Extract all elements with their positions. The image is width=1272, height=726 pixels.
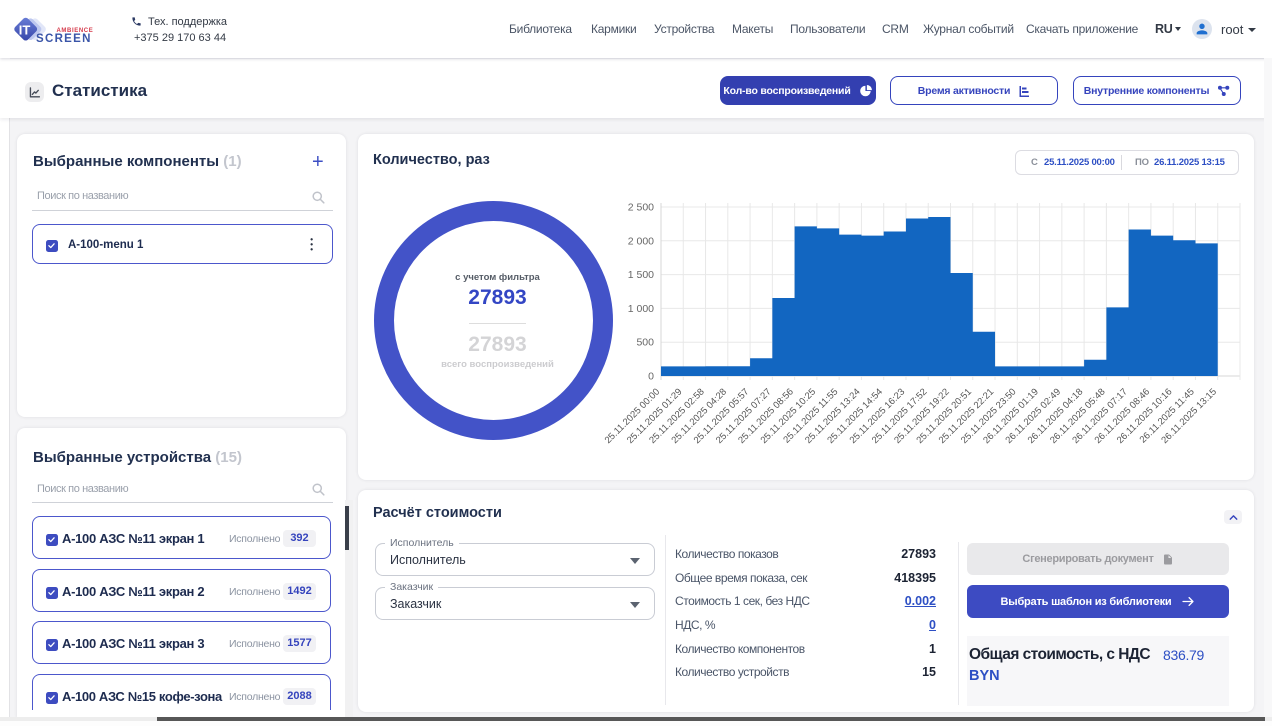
svg-text:1 000: 1 000 bbox=[628, 303, 654, 315]
svg-text:2 000: 2 000 bbox=[628, 235, 654, 247]
svg-text:SCREEN: SCREEN bbox=[36, 33, 92, 45]
svg-text:IT: IT bbox=[19, 23, 31, 38]
svg-text:2 500: 2 500 bbox=[628, 202, 654, 214]
svg-text:0: 0 bbox=[648, 371, 654, 383]
svg-text:500: 500 bbox=[636, 337, 654, 349]
svg-text:1 500: 1 500 bbox=[628, 269, 654, 281]
